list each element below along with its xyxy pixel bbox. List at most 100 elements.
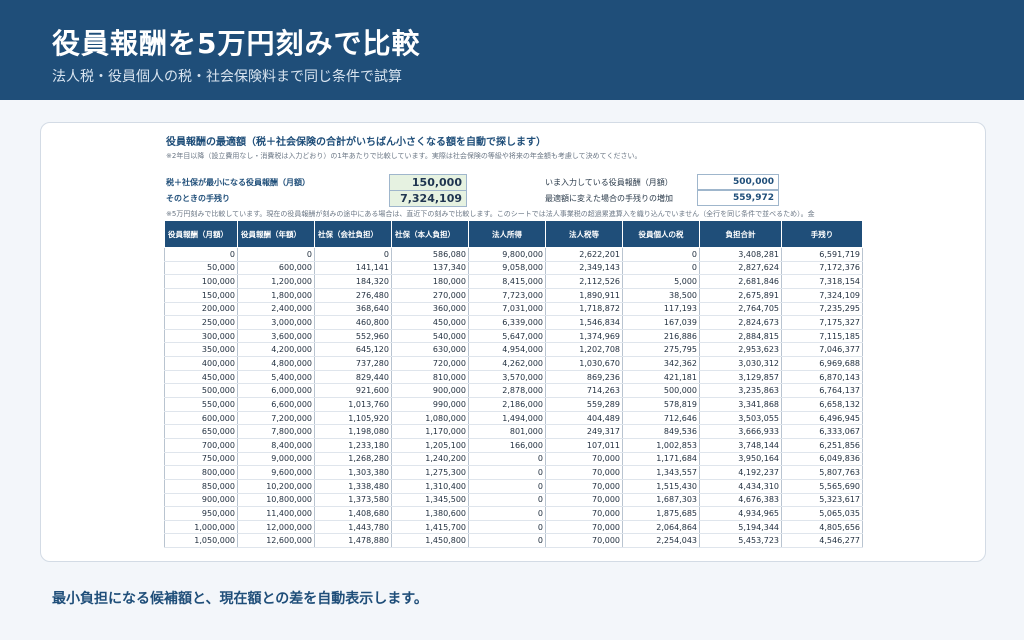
table-cell[interactable]: 2,681,846 (699, 274, 782, 289)
table-cell[interactable]: 0 (468, 506, 546, 521)
table-cell[interactable]: 3,129,857 (699, 370, 782, 385)
table-cell[interactable]: 7,723,000 (468, 288, 546, 303)
table-cell[interactable]: 2,675,891 (699, 288, 782, 303)
table-cell[interactable]: 2,878,000 (468, 383, 546, 399)
table-cell[interactable]: 6,600,000 (237, 397, 315, 412)
table-cell[interactable]: 1,415,700 (391, 520, 469, 535)
table-cell[interactable]: 275,795 (622, 342, 700, 358)
table-cell[interactable]: 990,000 (391, 397, 469, 412)
column-header[interactable]: 法人所得 (468, 220, 546, 248)
table-cell[interactable]: 1,200,000 (237, 274, 315, 289)
table-cell[interactable]: 1,380,600 (391, 506, 469, 521)
table-cell[interactable]: 1,000,000 (164, 520, 238, 535)
table-cell[interactable]: 600,000 (237, 261, 315, 276)
table-cell[interactable]: 7,046,377 (781, 342, 863, 358)
table-cell[interactable]: 1,205,100 (391, 438, 469, 453)
table-cell[interactable]: 1,478,880 (314, 533, 392, 549)
table-cell[interactable]: 4,262,000 (468, 356, 546, 371)
table-cell[interactable]: 0 (164, 247, 238, 262)
table-cell[interactable]: 552,960 (314, 329, 392, 344)
table-cell[interactable]: 6,000,000 (237, 383, 315, 399)
table-cell[interactable]: 6,251,856 (781, 438, 863, 453)
table-cell[interactable]: 921,600 (314, 383, 392, 399)
current-salary-cell[interactable]: 500,000 (697, 174, 779, 190)
table-cell[interactable]: 578,819 (622, 397, 700, 412)
table-cell[interactable]: 70,000 (545, 452, 623, 467)
table-cell[interactable]: 4,934,965 (699, 506, 782, 521)
table-cell[interactable]: 1,171,684 (622, 452, 700, 467)
table-cell[interactable]: 167,039 (622, 315, 700, 330)
table-cell[interactable]: 1,408,680 (314, 506, 392, 521)
table-cell[interactable]: 450,000 (164, 370, 238, 385)
table-cell[interactable]: 9,600,000 (237, 465, 315, 480)
table-cell[interactable]: 3,235,863 (699, 383, 782, 399)
table-cell[interactable]: 6,049,836 (781, 452, 863, 467)
table-cell[interactable]: 900,000 (164, 493, 238, 508)
takehome-increase-cell[interactable]: 559,972 (697, 190, 779, 206)
table-cell[interactable]: 6,496,945 (781, 411, 863, 426)
table-cell[interactable]: 5,194,344 (699, 520, 782, 535)
table-cell[interactable]: 1,343,557 (622, 465, 700, 480)
table-cell[interactable]: 421,181 (622, 370, 700, 385)
table-cell[interactable]: 2,254,043 (622, 533, 700, 549)
table-cell[interactable]: 1,310,400 (391, 479, 469, 494)
table-cell[interactable]: 270,000 (391, 288, 469, 303)
table-cell[interactable]: 1,890,911 (545, 288, 623, 303)
table-cell[interactable]: 1,050,000 (164, 533, 238, 549)
table-cell[interactable]: 9,800,000 (468, 247, 546, 262)
table-cell[interactable]: 1,338,480 (314, 479, 392, 494)
table-cell[interactable]: 6,591,719 (781, 247, 863, 262)
table-cell[interactable]: 712,646 (622, 411, 700, 426)
table-cell[interactable]: 0 (468, 479, 546, 494)
table-cell[interactable]: 850,000 (164, 479, 238, 494)
table-cell[interactable]: 540,000 (391, 329, 469, 344)
table-cell[interactable]: 2,349,143 (545, 261, 623, 276)
table-cell[interactable]: 849,536 (622, 424, 700, 439)
table-cell[interactable]: 810,000 (391, 370, 469, 385)
table-cell[interactable]: 1,546,834 (545, 315, 623, 330)
table-cell[interactable]: 1,687,303 (622, 493, 700, 508)
table-cell[interactable]: 300,000 (164, 329, 238, 344)
table-cell[interactable]: 2,953,623 (699, 342, 782, 358)
table-cell[interactable]: 1,345,500 (391, 493, 469, 508)
table-cell[interactable]: 5,565,690 (781, 479, 863, 494)
table-cell[interactable]: 0 (468, 520, 546, 535)
table-cell[interactable]: 1,002,853 (622, 438, 700, 453)
table-cell[interactable]: 70,000 (545, 506, 623, 521)
table-cell[interactable]: 650,000 (164, 424, 238, 439)
table-cell[interactable]: 1,875,685 (622, 506, 700, 521)
table-cell[interactable]: 869,236 (545, 370, 623, 385)
table-cell[interactable]: 1,240,200 (391, 452, 469, 467)
table-cell[interactable]: 3,000,000 (237, 315, 315, 330)
table-cell[interactable]: 350,000 (164, 342, 238, 358)
table-cell[interactable]: 38,500 (622, 288, 700, 303)
table-cell[interactable]: 7,115,185 (781, 329, 863, 344)
table-cell[interactable]: 4,676,383 (699, 493, 782, 508)
table-cell[interactable]: 12,000,000 (237, 520, 315, 535)
column-header[interactable]: 負担合計 (699, 220, 782, 248)
table-cell[interactable]: 7,318,154 (781, 274, 863, 289)
table-cell[interactable]: 0 (468, 533, 546, 549)
table-cell[interactable]: 0 (468, 465, 546, 480)
table-cell[interactable]: 3,503,055 (699, 411, 782, 426)
table-cell[interactable]: 107,011 (545, 438, 623, 453)
table-cell[interactable]: 166,000 (468, 438, 546, 453)
table-cell[interactable]: 1,268,280 (314, 452, 392, 467)
table-cell[interactable]: 2,622,201 (545, 247, 623, 262)
table-cell[interactable]: 4,192,237 (699, 465, 782, 480)
table-cell[interactable]: 7,324,109 (781, 288, 863, 303)
table-cell[interactable]: 7,235,295 (781, 302, 863, 317)
table-cell[interactable]: 4,954,000 (468, 342, 546, 358)
table-cell[interactable]: 276,480 (314, 288, 392, 303)
table-cell[interactable]: 8,400,000 (237, 438, 315, 453)
table-cell[interactable]: 1,515,430 (622, 479, 700, 494)
table-cell[interactable]: 1,494,000 (468, 411, 546, 426)
table-cell[interactable]: 50,000 (164, 261, 238, 276)
table-cell[interactable]: 1,198,080 (314, 424, 392, 439)
column-header[interactable]: 役員個人の税 (622, 220, 700, 248)
table-cell[interactable]: 3,600,000 (237, 329, 315, 344)
table-cell[interactable]: 5,065,035 (781, 506, 863, 521)
table-cell[interactable]: 6,658,132 (781, 397, 863, 412)
table-cell[interactable]: 249,317 (545, 424, 623, 439)
column-header[interactable]: 社保（本人負担） (391, 220, 469, 248)
